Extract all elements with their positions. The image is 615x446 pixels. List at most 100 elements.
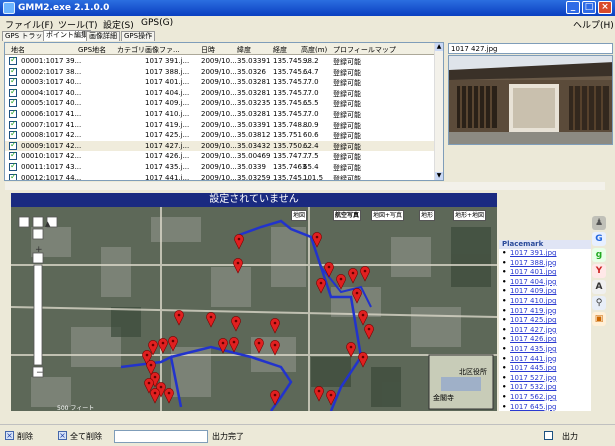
placemark-link[interactable]: 1017 645.jpg	[510, 403, 556, 411]
placemark-link[interactable]: 1017 562.jpg	[510, 393, 556, 401]
minimize-button[interactable]: _	[566, 1, 580, 14]
placemark-item[interactable]: • 1017 426.jpg	[499, 335, 591, 345]
table-row[interactable]: 00006:1017 41... 1017 410.j... 2009/10...3…	[5, 108, 435, 120]
menu-gps[interactable]: GPS(G)	[141, 18, 173, 28]
table-row[interactable]: 00011:1017 43... 1017 435.j... 2009/10...3…	[5, 161, 435, 173]
placemark-link[interactable]: 1017 404.jpg	[510, 278, 556, 286]
placemark-item[interactable]: • 1017 425.jpg	[499, 316, 591, 326]
placemark-link[interactable]: 1017 441.jpg	[510, 355, 556, 363]
maximize-button[interactable]: □	[582, 1, 596, 14]
placemark-item[interactable]: • 1017 527.jpg	[499, 374, 591, 384]
col-name[interactable]: 地名	[11, 45, 25, 55]
row-checkbox[interactable]	[9, 119, 17, 129]
placemark-item[interactable]: • 1017 409.jpg	[499, 287, 591, 297]
row-checkbox[interactable]	[9, 66, 17, 76]
table-row[interactable]: 00004:1017 40... 1017 404.j... 2009/10...3…	[5, 87, 435, 99]
tab-gps-operation[interactable]: GPS操作	[121, 31, 156, 41]
col-longitude[interactable]: 経度	[273, 45, 287, 55]
table-row[interactable]: 00010:1017 42... 1017 426.j... 2009/10...3…	[5, 150, 435, 162]
pegman-icon[interactable]: ♟	[592, 216, 606, 230]
table-row[interactable]: 00008:1017 42... 1017 425.j... 2009/10...3…	[5, 129, 435, 141]
delete-button[interactable]: 削除	[17, 431, 33, 442]
scroll-down-icon[interactable]: ▼	[435, 172, 443, 180]
placemark-item[interactable]: • 1017 645.jpg	[499, 403, 591, 412]
zoom-in-icon[interactable]: +	[35, 245, 43, 255]
table-row[interactable]: 00003:1017 40... 1017 401.j... 2009/10...3…	[5, 76, 435, 88]
table-row[interactable]: 00012:1017 44... 1017 441.j... 2009/10...3…	[5, 172, 435, 180]
close-button[interactable]: ×	[598, 1, 612, 14]
row-checkbox[interactable]	[9, 97, 17, 108]
table-row[interactable]: 00002:1017 38... 1017 388.j... 2009/10...3…	[5, 66, 435, 78]
col-category[interactable]: カテゴリ	[117, 45, 145, 55]
altitude-icon[interactable]: A	[592, 280, 606, 294]
delete-all-button[interactable]: 全て削除	[70, 431, 102, 442]
maptype-terrain[interactable]: 地形	[419, 210, 436, 221]
placemark-link[interactable]: 1017 427.jpg	[510, 326, 556, 334]
map-view[interactable]: 地図 航空写真 地図+写真 地形 地形+地図 ▲ + − 500 フィート 北区…	[11, 207, 497, 411]
search-icon[interactable]: ⚲	[592, 296, 606, 310]
scroll-up-icon[interactable]: ▲	[435, 43, 443, 51]
row-checkbox[interactable]	[9, 55, 17, 65]
placemark-link[interactable]: 1017 419.jpg	[510, 307, 556, 315]
goo-icon[interactable]: g	[592, 248, 606, 262]
row-checkbox[interactable]	[9, 108, 17, 118]
col-latitude[interactable]: 緯度	[237, 45, 251, 55]
delete-all-icon[interactable]: ×	[58, 431, 67, 440]
col-profile-map[interactable]: プロフィールマップ	[333, 45, 396, 55]
placemark-link[interactable]: 1017 445.jpg	[510, 364, 556, 372]
zoom-out-icon[interactable]: −	[36, 368, 44, 378]
placemark-link[interactable]: 1017 410.jpg	[510, 297, 556, 305]
table-row[interactable]: 00009:1017 42... 1017 427.j... 2009/10...3…	[5, 140, 435, 152]
col-image-file[interactable]: 画像ファ...	[145, 45, 180, 55]
placemark-link[interactable]: 1017 391.jpg	[510, 249, 556, 257]
row-checkbox[interactable]	[9, 76, 17, 87]
maptype-terrain-map[interactable]: 地形+地図	[453, 210, 487, 221]
placemark-link[interactable]: 1017 532.jpg	[510, 383, 556, 391]
col-datetime[interactable]: 日時	[201, 45, 215, 55]
placemark-link[interactable]: 1017 401.jpg	[510, 268, 556, 276]
tab-point-edit[interactable]: ポイント編集	[43, 30, 91, 41]
row-checkbox[interactable]	[9, 140, 17, 150]
maptype-hybrid[interactable]: 地図+写真	[371, 210, 405, 221]
col-altitude[interactable]: 高度(m)	[301, 45, 327, 55]
placemark-link[interactable]: 1017 527.jpg	[510, 374, 556, 382]
placemark-item[interactable]: • 1017 427.jpg	[499, 326, 591, 336]
google-icon[interactable]: G	[592, 232, 606, 246]
pan-up-icon[interactable]: ▲	[45, 220, 50, 228]
placemark-item[interactable]: • 1017 391.jpg	[499, 249, 591, 259]
placemark-item[interactable]: • 1017 445.jpg	[499, 364, 591, 374]
placemark-item[interactable]: • 1017 441.jpg	[499, 355, 591, 365]
menu-help[interactable]: ヘルプ(H)	[573, 18, 614, 31]
placemark-link[interactable]: 1017 426.jpg	[510, 335, 556, 343]
table-row[interactable]: 00007:1017 41... 1017 419.j... 2009/10...3…	[5, 119, 435, 131]
delete-icon[interactable]: ×	[5, 431, 14, 440]
table-row[interactable]: 00005:1017 40... 1017 409.j... 2009/10...3…	[5, 97, 435, 109]
placemark-link[interactable]: 1017 388.jpg	[510, 259, 556, 267]
output-path-field[interactable]	[114, 430, 208, 443]
col-gps-name[interactable]: GPS地名	[78, 45, 106, 55]
horizontal-scrollbar[interactable]	[5, 182, 605, 190]
row-checkbox[interactable]	[9, 150, 17, 161]
output-checkbox[interactable]	[544, 431, 553, 440]
photo-icon[interactable]: ▣	[592, 312, 606, 326]
row-checkbox[interactable]	[9, 161, 17, 171]
row-checkbox[interactable]	[9, 129, 17, 140]
placemark-item[interactable]: • 1017 410.jpg	[499, 297, 591, 307]
placemark-item[interactable]: • 1017 388.jpg	[499, 259, 591, 269]
placemark-item[interactable]: • 1017 419.jpg	[499, 307, 591, 317]
table-row[interactable]: 00001:1017 39... 1017 391.j... 2009/10...3…	[5, 55, 435, 67]
placemark-link[interactable]: 1017 409.jpg	[510, 287, 556, 295]
maptype-map[interactable]: 地図	[291, 210, 308, 221]
placemark-link[interactable]: 1017 435.jpg	[510, 345, 556, 353]
maptype-satellite[interactable]: 航空写真	[333, 210, 362, 221]
table-scrollbar[interactable]: ▲ ▼	[434, 43, 443, 180]
tab-image-details[interactable]: 画像詳細	[86, 31, 120, 41]
placemark-item[interactable]: • 1017 401.jpg	[499, 268, 591, 278]
placemark-item[interactable]: • 1017 404.jpg	[499, 278, 591, 288]
placemark-item[interactable]: • 1017 532.jpg	[499, 383, 591, 393]
row-checkbox[interactable]	[9, 172, 17, 180]
yahoo-icon[interactable]: Y	[592, 264, 606, 278]
placemark-item[interactable]: • 1017 435.jpg	[499, 345, 591, 355]
placemark-item[interactable]: • 1017 562.jpg	[499, 393, 591, 403]
menu-settings[interactable]: 設定(S)	[103, 18, 134, 31]
